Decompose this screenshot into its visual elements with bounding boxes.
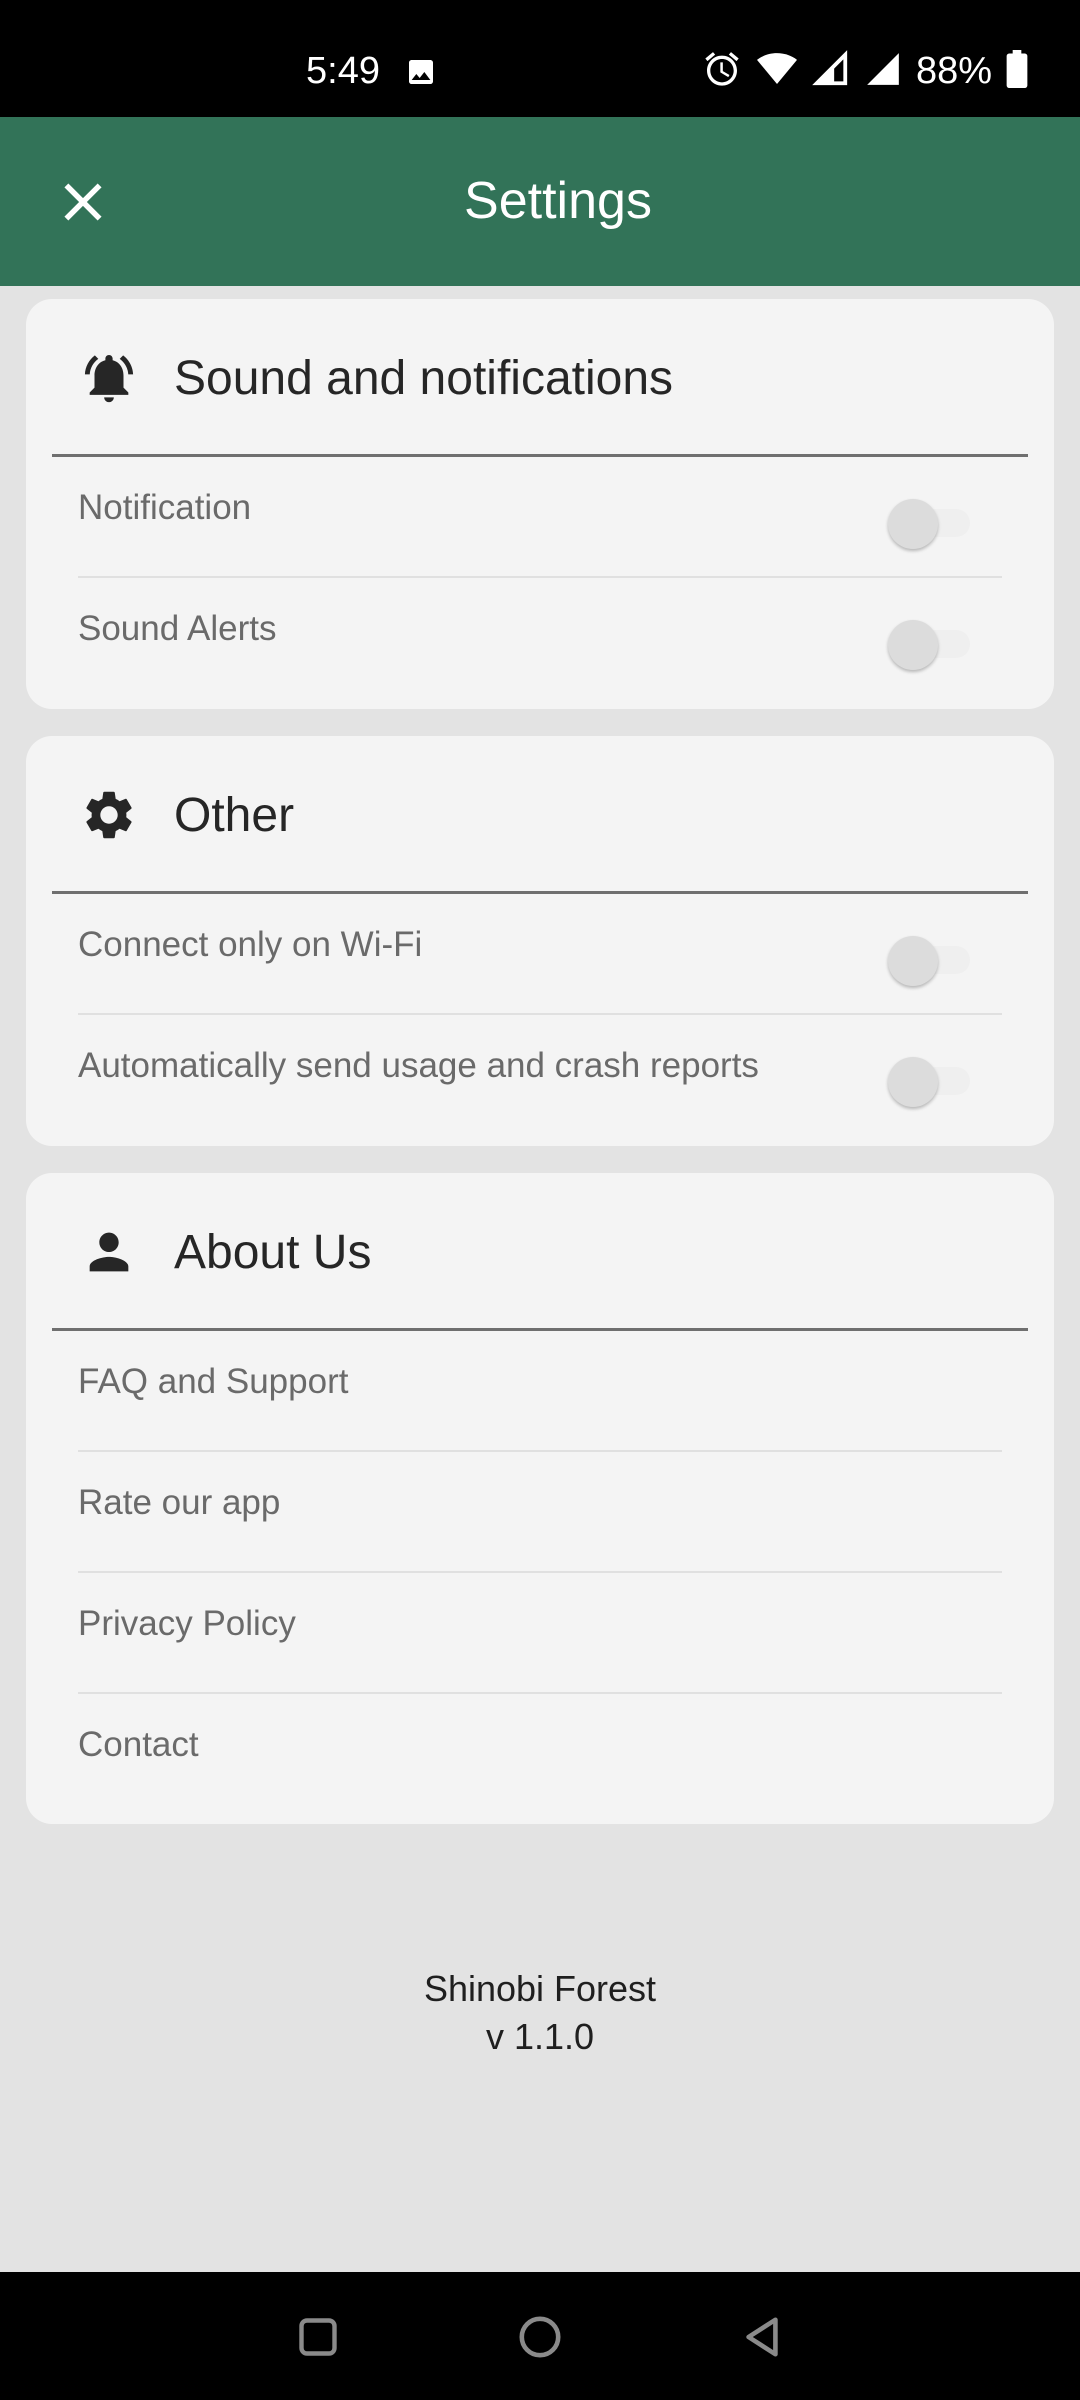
row-label: Sound Alerts bbox=[78, 609, 277, 648]
signal-icon bbox=[864, 50, 902, 93]
row-label: FAQ and Support bbox=[78, 1362, 349, 1401]
row-label: Notification bbox=[78, 488, 252, 527]
notification-toggle[interactable] bbox=[888, 497, 972, 549]
home-button[interactable] bbox=[505, 2302, 575, 2372]
back-button[interactable] bbox=[727, 2302, 797, 2372]
circle-icon bbox=[519, 2316, 561, 2358]
system-nav-bar bbox=[0, 2272, 1080, 2400]
status-bar: 5:49 88% bbox=[0, 0, 1080, 117]
about-us-card: About Us FAQ and Support Rate our app Pr… bbox=[26, 1173, 1054, 1824]
crash-reports-toggle[interactable] bbox=[888, 1055, 972, 1107]
row-label: Automatically send usage and crash repor… bbox=[78, 1046, 759, 1085]
section-header: Other bbox=[52, 736, 1028, 894]
wifi-only-toggle[interactable] bbox=[888, 934, 972, 986]
sound-notifications-card: Sound and notifications Notification Sou… bbox=[26, 299, 1054, 709]
app-info-footer: Shinobi Forest v 1.1.0 bbox=[0, 1965, 1080, 2061]
sound-alerts-toggle[interactable] bbox=[888, 618, 972, 670]
gear-icon bbox=[80, 786, 138, 844]
other-card: Other Connect only on Wi-Fi Automaticall… bbox=[26, 736, 1054, 1146]
app-bar: Settings bbox=[0, 117, 1080, 286]
wifi-only-row[interactable]: Connect only on Wi-Fi bbox=[78, 894, 1002, 1015]
app-name: Shinobi Forest bbox=[423, 1968, 657, 2009]
battery-percentage: 88% bbox=[915, 50, 992, 92]
alarm-icon bbox=[702, 49, 742, 94]
status-time: 5:49 bbox=[306, 50, 380, 92]
faq-support-row[interactable]: FAQ and Support bbox=[78, 1331, 1002, 1452]
app-version: v 1.1.0 bbox=[485, 2016, 595, 2057]
section-header: About Us bbox=[52, 1173, 1028, 1331]
image-icon bbox=[405, 56, 437, 93]
bell-icon bbox=[80, 349, 138, 407]
row-label: Privacy Policy bbox=[78, 1604, 296, 1643]
close-button[interactable] bbox=[48, 167, 118, 237]
section-title: About Us bbox=[174, 1226, 372, 1279]
wifi-icon bbox=[756, 49, 798, 94]
row-label: Rate our app bbox=[78, 1483, 281, 1522]
section-title: Sound and notifications bbox=[174, 352, 674, 405]
contact-row[interactable]: Contact bbox=[78, 1694, 1002, 1815]
row-label: Contact bbox=[78, 1725, 199, 1764]
square-icon bbox=[299, 2318, 337, 2356]
recents-button[interactable] bbox=[283, 2302, 353, 2372]
close-icon bbox=[64, 183, 102, 221]
crash-reports-row[interactable]: Automatically send usage and crash repor… bbox=[78, 1015, 1002, 1136]
battery-icon bbox=[1006, 49, 1028, 93]
back-triangle-icon bbox=[746, 2317, 778, 2357]
signal-icon bbox=[812, 49, 850, 93]
privacy-policy-row[interactable]: Privacy Policy bbox=[78, 1573, 1002, 1694]
person-icon bbox=[80, 1223, 138, 1281]
row-label: Connect only on Wi-Fi bbox=[78, 925, 423, 964]
sound-alerts-row[interactable]: Sound Alerts bbox=[78, 578, 1002, 699]
page-title: Settings bbox=[464, 172, 652, 230]
notification-row[interactable]: Notification bbox=[78, 457, 1002, 578]
section-header: Sound and notifications bbox=[52, 299, 1028, 457]
section-title: Other bbox=[174, 789, 295, 842]
rate-app-row[interactable]: Rate our app bbox=[78, 1452, 1002, 1573]
